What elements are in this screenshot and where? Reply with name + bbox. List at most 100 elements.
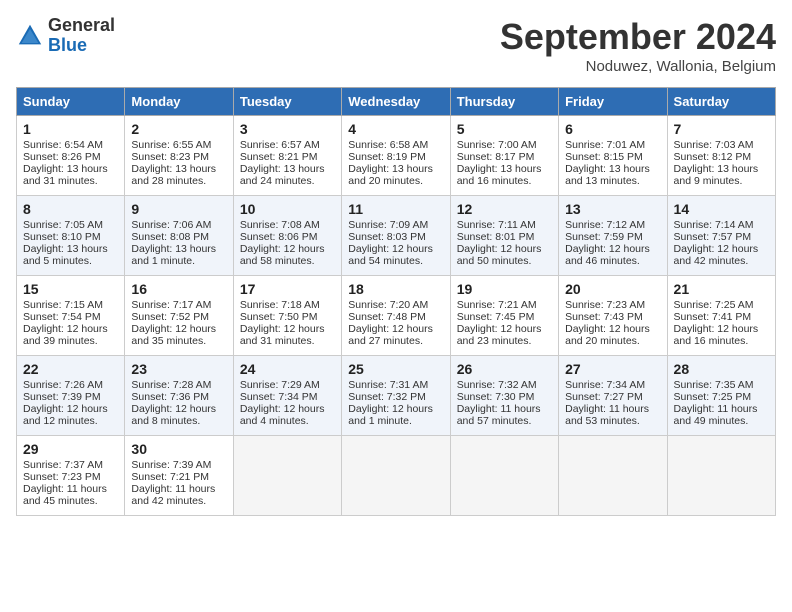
calendar-cell: 6Sunrise: 7:01 AMSunset: 8:15 PMDaylight…: [559, 116, 667, 196]
day-info-line: Daylight: 13 hours: [457, 163, 552, 175]
calendar-cell: [450, 436, 558, 516]
day-info-line: Sunrise: 7:23 AM: [565, 299, 660, 311]
day-info-line: Sunrise: 7:01 AM: [565, 139, 660, 151]
day-number: 16: [131, 281, 226, 297]
day-info-line: and 31 minutes.: [23, 175, 118, 187]
calendar-cell: 22Sunrise: 7:26 AMSunset: 7:39 PMDayligh…: [17, 356, 125, 436]
day-info-line: Daylight: 12 hours: [240, 403, 335, 415]
weekday-header-row: SundayMondayTuesdayWednesdayThursdayFrid…: [17, 88, 776, 116]
calendar-cell: 15Sunrise: 7:15 AMSunset: 7:54 PMDayligh…: [17, 276, 125, 356]
day-info-line: Sunset: 7:36 PM: [131, 391, 226, 403]
day-info-line: and 23 minutes.: [457, 335, 552, 347]
day-info-line: and 12 minutes.: [23, 415, 118, 427]
calendar-cell: 12Sunrise: 7:11 AMSunset: 8:01 PMDayligh…: [450, 196, 558, 276]
day-number: 8: [23, 201, 118, 217]
day-info-line: Sunrise: 6:54 AM: [23, 139, 118, 151]
calendar-cell: 26Sunrise: 7:32 AMSunset: 7:30 PMDayligh…: [450, 356, 558, 436]
calendar-cell: [667, 436, 775, 516]
day-info-line: and 13 minutes.: [565, 175, 660, 187]
day-number: 22: [23, 361, 118, 377]
day-info-line: Sunrise: 7:08 AM: [240, 219, 335, 231]
day-info-line: and 8 minutes.: [131, 415, 226, 427]
day-info-line: Sunrise: 7:06 AM: [131, 219, 226, 231]
calendar-cell: 14Sunrise: 7:14 AMSunset: 7:57 PMDayligh…: [667, 196, 775, 276]
day-number: 12: [457, 201, 552, 217]
logo-text: General Blue: [48, 16, 115, 56]
weekday-header-thursday: Thursday: [450, 88, 558, 116]
day-info-line: and 9 minutes.: [674, 175, 769, 187]
day-info-line: Sunset: 7:54 PM: [23, 311, 118, 323]
day-info-line: Sunset: 7:50 PM: [240, 311, 335, 323]
calendar-cell: 25Sunrise: 7:31 AMSunset: 7:32 PMDayligh…: [342, 356, 450, 436]
calendar-cell: 4Sunrise: 6:58 AMSunset: 8:19 PMDaylight…: [342, 116, 450, 196]
calendar-cell: [342, 436, 450, 516]
day-info-line: Sunrise: 7:37 AM: [23, 459, 118, 471]
day-info-line: and 42 minutes.: [674, 255, 769, 267]
day-number: 5: [457, 121, 552, 137]
day-info-line: Sunrise: 7:09 AM: [348, 219, 443, 231]
calendar-cell: 30Sunrise: 7:39 AMSunset: 7:21 PMDayligh…: [125, 436, 233, 516]
calendar-week-row: 8Sunrise: 7:05 AMSunset: 8:10 PMDaylight…: [17, 196, 776, 276]
weekday-header-friday: Friday: [559, 88, 667, 116]
calendar-cell: [559, 436, 667, 516]
day-number: 29: [23, 441, 118, 457]
day-info-line: and 1 minute.: [131, 255, 226, 267]
calendar-cell: 3Sunrise: 6:57 AMSunset: 8:21 PMDaylight…: [233, 116, 341, 196]
day-info-line: Daylight: 12 hours: [348, 403, 443, 415]
day-number: 10: [240, 201, 335, 217]
day-info-line: Sunrise: 7:11 AM: [457, 219, 552, 231]
day-info-line: Daylight: 12 hours: [565, 243, 660, 255]
day-number: 11: [348, 201, 443, 217]
logo-icon: [16, 22, 44, 50]
day-info-line: Daylight: 13 hours: [240, 163, 335, 175]
day-info-line: Daylight: 13 hours: [131, 243, 226, 255]
day-info-line: Daylight: 12 hours: [348, 323, 443, 335]
day-info-line: Sunset: 7:34 PM: [240, 391, 335, 403]
day-info-line: Sunrise: 6:57 AM: [240, 139, 335, 151]
day-info-line: Sunrise: 7:29 AM: [240, 379, 335, 391]
day-info-line: Sunset: 8:03 PM: [348, 231, 443, 243]
calendar-cell: 17Sunrise: 7:18 AMSunset: 7:50 PMDayligh…: [233, 276, 341, 356]
calendar-cell: 8Sunrise: 7:05 AMSunset: 8:10 PMDaylight…: [17, 196, 125, 276]
day-info-line: Daylight: 13 hours: [131, 163, 226, 175]
day-info-line: Sunset: 7:57 PM: [674, 231, 769, 243]
day-number: 3: [240, 121, 335, 137]
day-info-line: Sunset: 8:15 PM: [565, 151, 660, 163]
day-info-line: Sunrise: 7:31 AM: [348, 379, 443, 391]
calendar-week-row: 15Sunrise: 7:15 AMSunset: 7:54 PMDayligh…: [17, 276, 776, 356]
day-info-line: Sunrise: 7:21 AM: [457, 299, 552, 311]
logo: General Blue: [16, 16, 115, 56]
calendar-cell: 24Sunrise: 7:29 AMSunset: 7:34 PMDayligh…: [233, 356, 341, 436]
day-info-line: Sunset: 7:48 PM: [348, 311, 443, 323]
day-info-line: Sunset: 8:10 PM: [23, 231, 118, 243]
day-info-line: Sunrise: 7:14 AM: [674, 219, 769, 231]
calendar-cell: 2Sunrise: 6:55 AMSunset: 8:23 PMDaylight…: [125, 116, 233, 196]
calendar-week-row: 29Sunrise: 7:37 AMSunset: 7:23 PMDayligh…: [17, 436, 776, 516]
day-info-line: and 20 minutes.: [348, 175, 443, 187]
day-info-line: Sunset: 7:32 PM: [348, 391, 443, 403]
calendar-cell: 28Sunrise: 7:35 AMSunset: 7:25 PMDayligh…: [667, 356, 775, 436]
day-number: 1: [23, 121, 118, 137]
day-info-line: Daylight: 13 hours: [23, 163, 118, 175]
day-info-line: Daylight: 12 hours: [23, 403, 118, 415]
day-info-line: Daylight: 13 hours: [348, 163, 443, 175]
day-info-line: and 31 minutes.: [240, 335, 335, 347]
day-info-line: and 45 minutes.: [23, 495, 118, 507]
weekday-header-tuesday: Tuesday: [233, 88, 341, 116]
calendar-table: SundayMondayTuesdayWednesdayThursdayFrid…: [16, 87, 776, 516]
day-info-line: and 16 minutes.: [457, 175, 552, 187]
day-number: 13: [565, 201, 660, 217]
day-number: 15: [23, 281, 118, 297]
calendar-cell: 10Sunrise: 7:08 AMSunset: 8:06 PMDayligh…: [233, 196, 341, 276]
day-info-line: Sunrise: 7:20 AM: [348, 299, 443, 311]
day-info-line: Sunrise: 7:32 AM: [457, 379, 552, 391]
day-number: 4: [348, 121, 443, 137]
day-info-line: and 58 minutes.: [240, 255, 335, 267]
weekday-header-saturday: Saturday: [667, 88, 775, 116]
day-info-line: Daylight: 12 hours: [240, 323, 335, 335]
page-header: General Blue September 2024 Noduwez, Wal…: [16, 16, 776, 75]
day-info-line: Sunset: 7:41 PM: [674, 311, 769, 323]
calendar-week-row: 1Sunrise: 6:54 AMSunset: 8:26 PMDaylight…: [17, 116, 776, 196]
day-info-line: Sunrise: 7:28 AM: [131, 379, 226, 391]
day-info-line: and 49 minutes.: [674, 415, 769, 427]
